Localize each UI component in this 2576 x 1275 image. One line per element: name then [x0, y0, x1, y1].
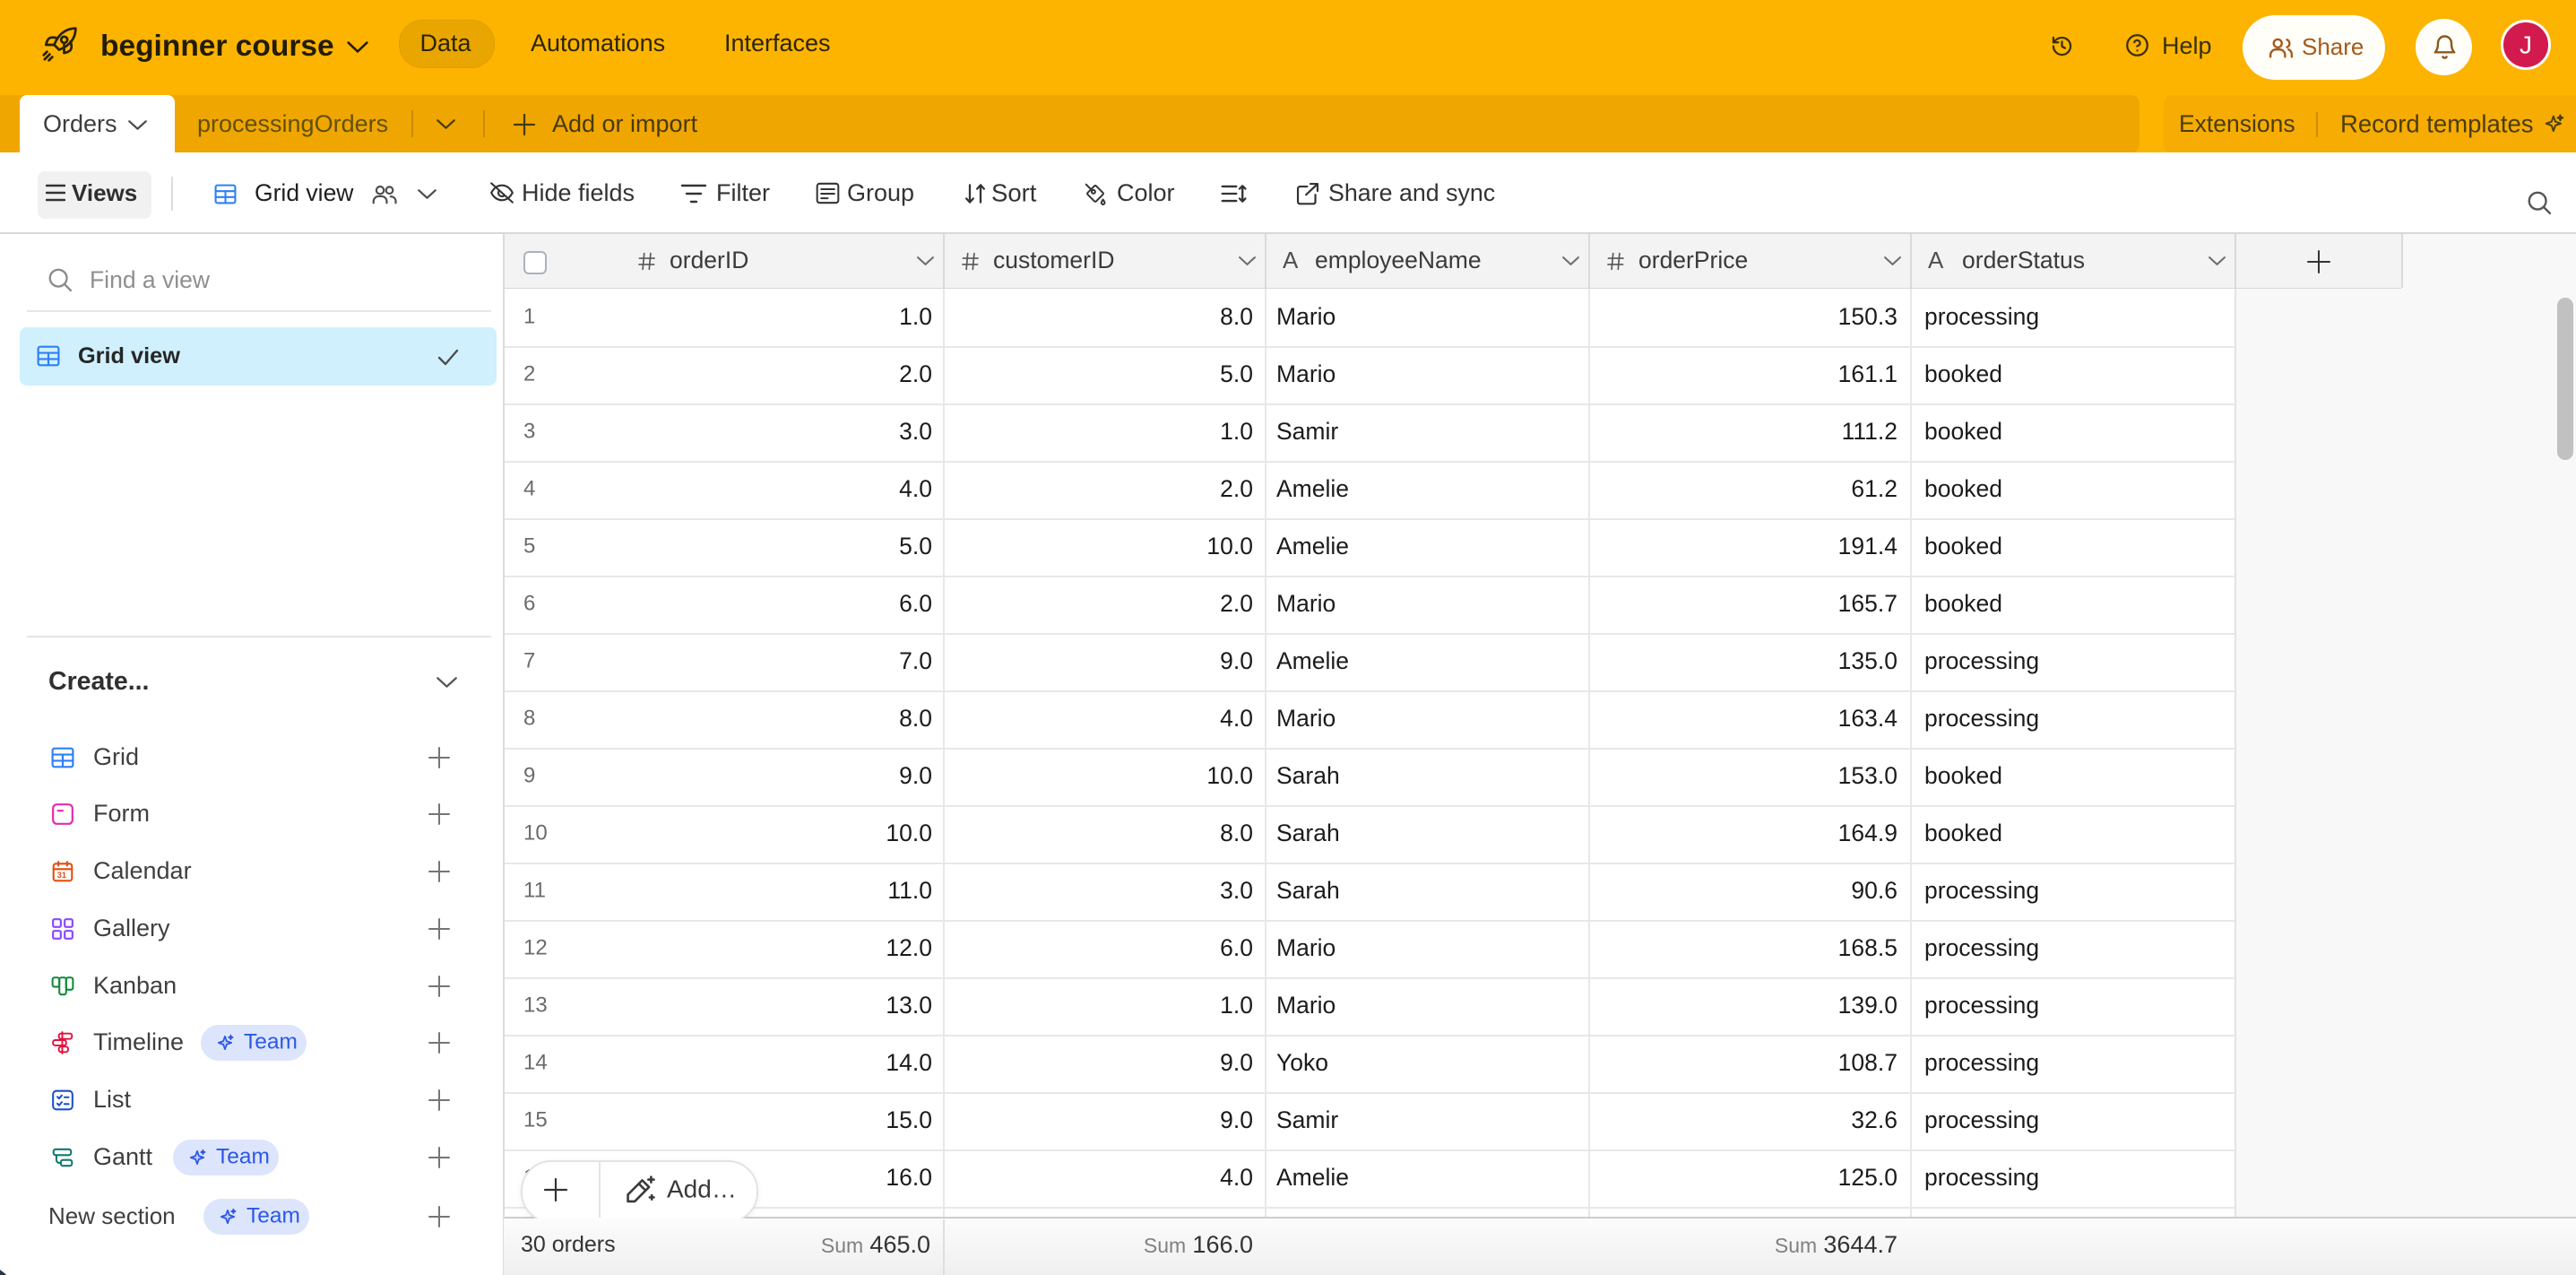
svg-text:31: 31 [57, 871, 66, 880]
